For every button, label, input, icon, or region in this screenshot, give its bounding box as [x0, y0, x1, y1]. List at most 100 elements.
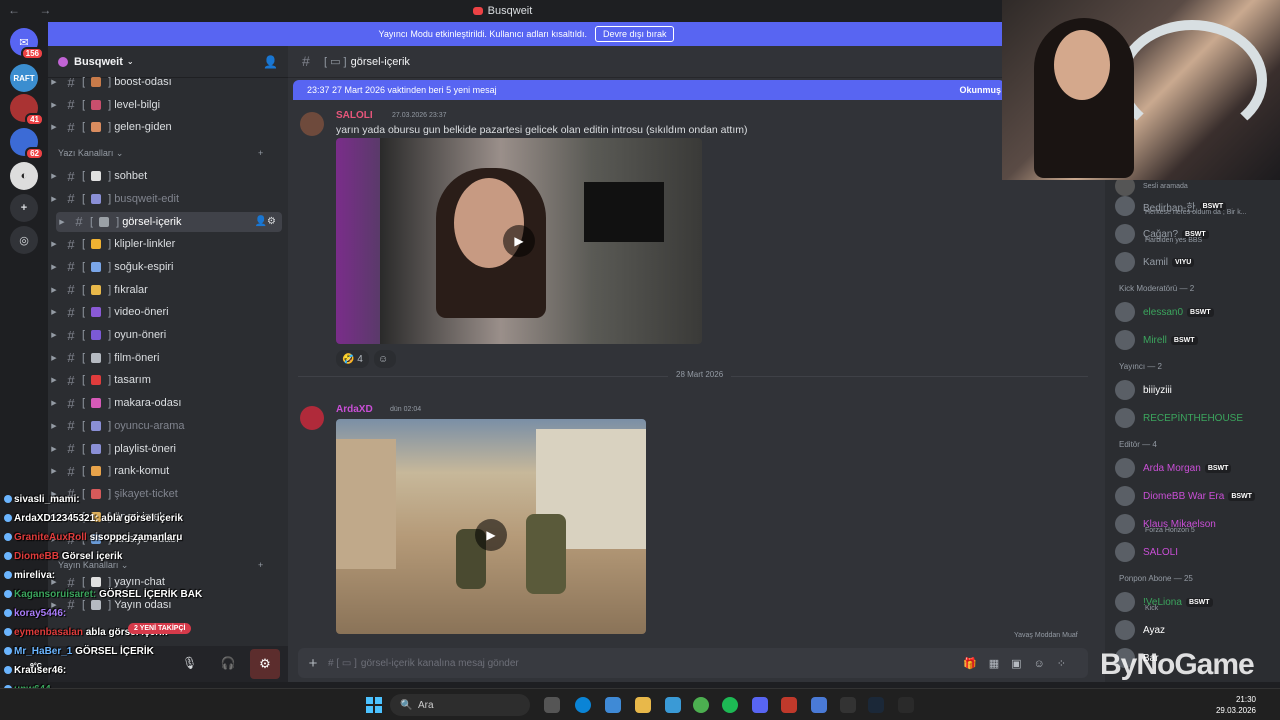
- server-icon[interactable]: 62: [10, 128, 44, 160]
- channel-klipler-linkler[interactable]: ▶ #[] klipler-linkler: [48, 234, 284, 254]
- chevron-right-icon[interactable]: ▶: [48, 240, 60, 248]
- attach-plus-icon[interactable]: +: [298, 655, 328, 672]
- chevron-right-icon[interactable]: ▶: [48, 399, 60, 407]
- text-channels-category[interactable]: Yazı Kanalları ⌄ +: [58, 148, 263, 159]
- app-icon[interactable]: [781, 697, 797, 713]
- avatar: [1115, 330, 1135, 350]
- epic-icon[interactable]: [898, 697, 914, 713]
- store-icon[interactable]: [665, 697, 681, 713]
- chevron-right-icon[interactable]: ▶: [48, 467, 60, 475]
- channel-emoji-icon: [91, 284, 102, 295]
- chevron-right-icon[interactable]: ▶: [48, 376, 60, 384]
- channel-gelen-giden[interactable]: ▶ #[] gelen-giden: [48, 117, 284, 137]
- spotify-icon[interactable]: [722, 697, 738, 713]
- channel-busqweit-edit[interactable]: ▶ #[] busqweit-edit: [48, 189, 284, 209]
- member-item[interactable]: Kamil VIYU: [1115, 250, 1280, 274]
- new-messages-bar[interactable]: 23:37 27 Mart 2026 vaktinden beri 5 yeni…: [293, 80, 1005, 100]
- copilot-icon[interactable]: [605, 697, 621, 713]
- windows-start-icon[interactable]: [366, 697, 382, 713]
- message-composer[interactable]: + # [ ▭ ] görsel-içerik kanalına mesaj g…: [298, 648, 1088, 678]
- obs-icon[interactable]: [840, 697, 856, 713]
- member-item[interactable]: Klaus Mikaelson Forza Horizon 5: [1115, 512, 1280, 536]
- taskview-icon[interactable]: [544, 697, 560, 713]
- play-icon[interactable]: ▶: [475, 519, 507, 551]
- play-icon[interactable]: ▶: [503, 225, 535, 257]
- member-item[interactable]: DiomeBB War Era BSWT: [1115, 484, 1280, 508]
- avatar[interactable]: [300, 406, 324, 430]
- message-author[interactable]: SALOLI: [336, 110, 373, 121]
- nav-arrows[interactable]: ← →: [8, 3, 59, 17]
- channel-sohbet[interactable]: ▶ #[] sohbet: [48, 166, 284, 186]
- steam-icon[interactable]: [868, 697, 884, 713]
- channel-film-öneri[interactable]: ▶ #[] film-öneri: [48, 348, 284, 368]
- chevron-right-icon[interactable]: ▶: [48, 354, 60, 362]
- chat-message: Görsel içerik: [61, 551, 123, 562]
- member-item[interactable]: Bedirhan-한 BSWT Herkese nefes oldum da ; B…: [1115, 194, 1280, 218]
- video-embed[interactable]: ▶: [336, 419, 646, 634]
- chevron-right-icon[interactable]: ▶: [48, 263, 60, 271]
- video-embed[interactable]: ▶: [336, 138, 702, 344]
- channel-makara-odası[interactable]: ▶ #[] makara-odası: [48, 393, 284, 413]
- home-dm-icon[interactable]: ✉ 156: [10, 28, 44, 60]
- channel-soğuk-espiri[interactable]: ▶ #[] soğuk-espiri: [48, 257, 284, 277]
- chevron-right-icon[interactable]: ▶: [48, 123, 60, 131]
- channel-playlist-öneri[interactable]: ▶ #[] playlist-öneri: [48, 439, 284, 459]
- badge-icon: [4, 590, 12, 599]
- chevron-right-icon[interactable]: ▶: [48, 331, 60, 339]
- member-group-header: Kick Moderatörü — 2: [1119, 284, 1195, 293]
- channel-settings-icon[interactable]: 👤⚙: [255, 216, 276, 227]
- channel-name: video-öneri: [114, 306, 169, 319]
- system-clock[interactable]: 21:30 29.03.2026: [1216, 694, 1256, 716]
- channel-rank-komut[interactable]: ▶ #[] rank-komut: [48, 461, 284, 481]
- channel-tasarım[interactable]: ▶ #[] tasarım: [48, 370, 284, 390]
- message-author[interactable]: ArdaXD: [336, 404, 373, 415]
- member-item[interactable]: Arda Morgan BSWT: [1115, 456, 1280, 480]
- member-item[interactable]: biiiyziii: [1115, 378, 1280, 402]
- chevron-right-icon[interactable]: ▶: [48, 422, 60, 430]
- add-reaction-icon[interactable]: ☺: [374, 350, 396, 368]
- channel-level-bilgi[interactable]: ▶ #[] level-bilgi: [48, 95, 284, 115]
- add-channel-icon[interactable]: +: [258, 148, 263, 158]
- app-icon[interactable]: [811, 697, 827, 713]
- stream-chat-line: DiomeBB Görsel içerik: [4, 551, 122, 562]
- chevron-right-icon[interactable]: ▶: [48, 195, 60, 203]
- chevron-right-icon[interactable]: ▶: [56, 218, 68, 226]
- invite-people-icon[interactable]: 👤: [263, 55, 278, 69]
- member-item[interactable]: Çağan? BSWT Harbiden yes BBS: [1115, 222, 1280, 246]
- member-item[interactable]: !VeLiona BSWT Kick: [1115, 590, 1280, 614]
- discover-icon[interactable]: ◎: [10, 226, 38, 254]
- chevron-right-icon[interactable]: ▶: [48, 101, 60, 109]
- chevron-right-icon[interactable]: ▶: [48, 308, 60, 316]
- chevron-right-icon[interactable]: ▶: [48, 78, 60, 86]
- avatar: [1115, 486, 1135, 506]
- server-icon[interactable]: ◐: [10, 162, 38, 190]
- mark-as-read-button[interactable]: Okunmuş: [959, 85, 1001, 95]
- channel-fıkralar[interactable]: ▶ #[] fıkralar: [48, 280, 284, 300]
- member-item[interactable]: Mirell BSWT: [1115, 328, 1280, 352]
- explorer-icon[interactable]: [635, 697, 651, 713]
- discord-icon[interactable]: [752, 697, 768, 713]
- avatar[interactable]: [300, 112, 324, 136]
- member-item[interactable]: Ayaz: [1115, 618, 1280, 642]
- channel-görsel-içerik[interactable]: ▶ #[] görsel-içerik 👤⚙: [56, 211, 282, 232]
- server-raft[interactable]: RAFT: [10, 64, 38, 92]
- channel-boost-odası[interactable]: ▶ #[] boost-odası: [48, 72, 284, 92]
- channel-oyuncu-arama[interactable]: ▶ #[] oyuncu-arama: [48, 416, 284, 436]
- channel-oyun-öneri[interactable]: ▶ #[] oyun-öneri: [48, 325, 284, 345]
- chrome-icon[interactable]: [693, 697, 709, 713]
- chevron-right-icon[interactable]: ▶: [48, 286, 60, 294]
- disable-streamer-mode-button[interactable]: Devre dışı bırak: [594, 26, 675, 42]
- chevron-right-icon[interactable]: ▶: [48, 172, 60, 180]
- channel-video-öneri[interactable]: ▶ #[] video-öneri: [48, 302, 284, 322]
- member-item[interactable]: RECEPİNTHEHOUSE: [1115, 406, 1280, 430]
- member-item[interactable]: elessan0 BSWT: [1115, 300, 1280, 324]
- reaction-chip[interactable]: 🤣 4: [336, 350, 369, 368]
- server-icon[interactable]: 41: [10, 94, 44, 126]
- composer-tools[interactable]: 🎁▦▣☺⁘: [963, 657, 1078, 670]
- add-server-icon[interactable]: +: [10, 194, 38, 222]
- chevron-right-icon[interactable]: ▶: [48, 445, 60, 453]
- hash-icon: #: [75, 214, 83, 229]
- member-item[interactable]: SALOLI: [1115, 540, 1280, 564]
- taskbar-search[interactable]: 🔍 Ara: [390, 694, 530, 716]
- edge-icon[interactable]: [575, 697, 591, 713]
